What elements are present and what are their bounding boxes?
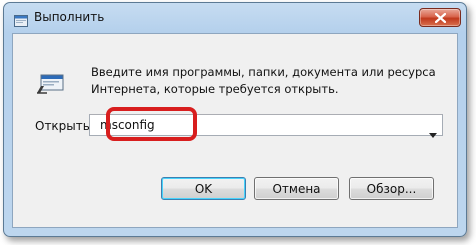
run-dialog-window: Выполнить Введите имя программы, папки, … [3, 2, 467, 237]
run-program-icon [35, 72, 67, 96]
chevron-down-icon[interactable] [429, 123, 437, 138]
highlight-annotation [106, 107, 197, 141]
title-bar[interactable]: Выполнить [4, 3, 466, 33]
instruction-line-1: Введите имя программы, папки, документа … [91, 65, 436, 79]
run-icon [14, 12, 28, 27]
close-icon [435, 13, 446, 23]
window-title: Выполнить [34, 10, 105, 24]
instruction-line-2: Интернета, которые требуется открыть. [91, 82, 339, 96]
dialog-body: Введите имя программы, папки, документа … [12, 33, 458, 228]
cancel-button[interactable]: Отмена [254, 177, 339, 200]
close-button[interactable] [419, 8, 461, 27]
ok-button[interactable]: OK [161, 177, 246, 200]
browse-button[interactable]: Обзор... [349, 177, 434, 200]
open-label: Открыть: [35, 119, 94, 133]
instruction-text: Введите имя программы, папки, документа … [91, 64, 436, 98]
